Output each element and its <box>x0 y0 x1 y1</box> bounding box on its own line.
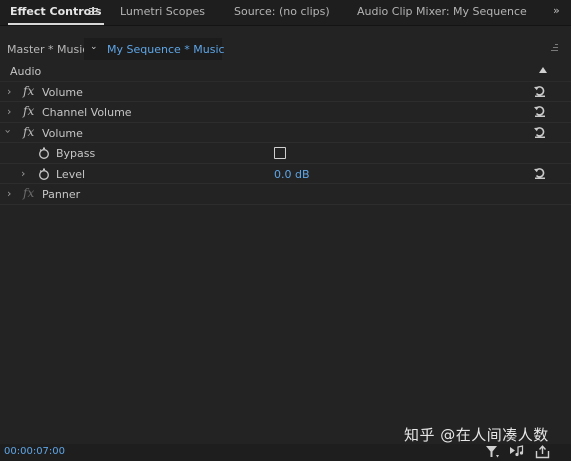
export-icon[interactable] <box>535 445 550 459</box>
effect-name: Channel Volume <box>42 106 132 119</box>
tab-audio-clip-mixer[interactable]: Audio Clip Mixer: My Sequence <box>357 0 527 26</box>
effect-row-volume-1[interactable]: › fx Volume <box>0 81 571 102</box>
reset-icon[interactable] <box>533 125 547 139</box>
fx-icon[interactable]: fx <box>23 104 34 118</box>
footer-bar: 00:00:07:00 <box>0 444 571 461</box>
playhead-timecode[interactable]: 00:00:07:00 <box>4 446 65 457</box>
clip-selector-bar: Master * Music ⌄ My Sequence * Music <box>0 38 571 60</box>
fx-icon[interactable]: fx <box>23 125 34 139</box>
panel-menu-icon[interactable] <box>89 8 98 16</box>
filter-icon[interactable] <box>485 445 500 459</box>
chevron-right-icon[interactable]: › <box>21 167 25 180</box>
reset-icon[interactable] <box>533 84 547 98</box>
section-header-audio[interactable]: Audio <box>0 61 571 82</box>
sequence-clip-selector[interactable]: ⌄ My Sequence * Music <box>84 38 225 60</box>
effects-list: Audio › fx Volume › fx Channel Volume › … <box>0 61 571 205</box>
section-label: Audio <box>10 65 42 78</box>
effect-name: Volume <box>42 126 83 140</box>
fx-icon[interactable]: fx <box>23 84 34 98</box>
fx-icon[interactable]: fx <box>23 186 34 200</box>
effect-row-volume-2[interactable]: › fx Volume <box>0 122 571 143</box>
tab-source[interactable]: Source: (no clips) <box>234 0 330 26</box>
chevron-right-icon[interactable]: › <box>7 187 11 200</box>
chevron-right-icon[interactable]: › <box>7 105 11 118</box>
chevron-down-icon[interactable]: ⌄ <box>90 42 98 52</box>
active-tab-indicator <box>8 23 104 25</box>
effect-row-panner[interactable]: › fx Panner <box>0 184 571 205</box>
panel-tab-bar: Effect Controls Lumetri Scopes Source: (… <box>0 0 571 26</box>
effect-row-channel-volume[interactable]: › fx Channel Volume <box>0 102 571 123</box>
stopwatch-icon[interactable] <box>38 147 50 159</box>
empty-area <box>0 205 571 440</box>
collapse-arrow-icon[interactable] <box>539 67 547 73</box>
effect-name: Volume <box>42 85 83 99</box>
chevron-right-icon[interactable]: › <box>7 85 11 98</box>
play-audio-icon[interactable] <box>509 445 524 459</box>
bypass-checkbox[interactable] <box>274 147 286 159</box>
stopwatch-icon[interactable] <box>38 168 50 180</box>
chevron-down-icon[interactable]: › <box>2 129 15 133</box>
resize-grip-icon[interactable] <box>551 44 558 53</box>
reset-icon[interactable] <box>533 104 547 118</box>
param-row-level[interactable]: › Level 0.0 dB <box>0 163 571 184</box>
master-clip-label[interactable]: Master * Music <box>7 43 88 56</box>
tab-overflow-icon[interactable]: ›› <box>553 4 560 17</box>
level-value[interactable]: 0.0 dB <box>274 168 310 181</box>
watermark-text: 知乎 @在人间凑人数 <box>404 426 549 444</box>
param-name: Level <box>56 167 86 181</box>
reset-icon[interactable] <box>533 166 547 180</box>
sequence-clip-label: My Sequence * Music <box>107 43 225 56</box>
param-row-bypass[interactable]: Bypass <box>0 143 571 164</box>
param-name: Bypass <box>56 147 96 160</box>
effect-controls-panel: Effect Controls Lumetri Scopes Source: (… <box>0 0 571 461</box>
effect-name: Panner <box>42 188 81 201</box>
tab-lumetri-scopes[interactable]: Lumetri Scopes <box>120 0 205 26</box>
